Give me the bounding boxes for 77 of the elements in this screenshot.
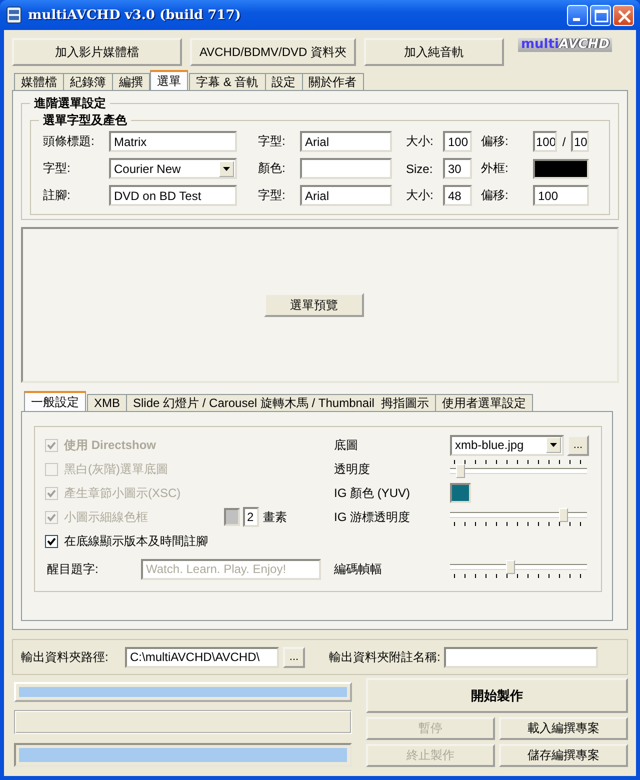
tab[interactable]: 選單 xyxy=(150,70,188,90)
text-field[interactable]: 100 xyxy=(533,185,589,206)
tab[interactable]: XMB xyxy=(87,394,128,411)
dropdown[interactable]: xmb-blue.jpg xyxy=(450,434,564,456)
field-label: Size: xyxy=(405,162,434,176)
field-label: 註腳: xyxy=(43,187,72,204)
text-field[interactable]: DVD on BD Test xyxy=(109,185,237,206)
tab[interactable]: 字幕 & 音軌 xyxy=(189,73,266,90)
field-label: 偏移: xyxy=(480,187,510,204)
setting-label: 編碼幀幅 xyxy=(334,560,383,578)
text-field[interactable] xyxy=(300,158,392,179)
action-button[interactable]: 載入編撰專案 xyxy=(499,717,628,740)
slider-thumb[interactable] xyxy=(559,508,568,522)
group-title: 選單字型及產色 xyxy=(42,112,128,129)
text-field[interactable]: Watch. Learn. Play. Enjoy! xyxy=(141,558,321,580)
tab[interactable]: 媒體檔 xyxy=(14,73,64,90)
checkbox-label: 黑白(灰階)選單底圖 xyxy=(64,460,168,478)
field-label: 輸出資料夾附註名稱: xyxy=(329,648,440,666)
minimize-icon xyxy=(573,18,580,20)
field-label: 字型: xyxy=(43,160,72,177)
field-label: 頭條標題: xyxy=(43,133,96,150)
checkbox[interactable] xyxy=(45,534,58,548)
color-swatch[interactable] xyxy=(533,158,589,178)
action-button[interactable]: 儲存編撰專案 xyxy=(499,744,628,767)
field-label: 顏色: xyxy=(257,160,286,177)
text-field[interactable]: 30 xyxy=(443,158,472,179)
tab[interactable]: Slide 幻燈片 / Carousel 旋轉木馬 / Thumbnail 拇指圖示 xyxy=(126,394,436,411)
close-button[interactable] xyxy=(613,4,634,26)
slider-thumb[interactable] xyxy=(506,560,515,574)
tab[interactable]: 一般設定 xyxy=(24,391,86,411)
unit-label: 畫素 xyxy=(263,508,287,526)
checkbox-label: 在底線顯示版本及時間註腳 xyxy=(64,532,208,550)
text-field[interactable]: Arial xyxy=(300,185,392,206)
color-swatch[interactable] xyxy=(450,483,471,503)
browse-button[interactable]: ... xyxy=(283,646,305,668)
start-button[interactable]: 開始製作 xyxy=(366,678,628,713)
separator-text: / xyxy=(561,134,567,148)
field-label: 大小: xyxy=(405,187,434,204)
tab[interactable]: 關於作者 xyxy=(302,73,364,90)
tab[interactable]: 編撰 xyxy=(112,73,150,90)
browse-button[interactable]: ... xyxy=(567,434,589,456)
text-field[interactable]: C:\multiAVCHD\AVCHD\ xyxy=(125,646,279,668)
field-label: 大小: xyxy=(405,133,434,150)
preview-button[interactable]: 選單預覽 xyxy=(264,293,364,317)
field-label: 醒目題字: xyxy=(46,560,100,578)
field-label: 偏移: xyxy=(480,133,510,150)
toolbar-button[interactable]: 加入影片媒體檔 xyxy=(12,38,182,66)
text-field[interactable]: 48 xyxy=(443,185,472,206)
minimize-button[interactable] xyxy=(567,4,588,26)
tab[interactable]: 使用者選單設定 xyxy=(435,394,534,411)
setting-label: IG 顏色 (YUV) xyxy=(334,484,412,502)
maximize-button[interactable] xyxy=(590,4,611,26)
checkbox-label: 使用 Directshow xyxy=(64,436,156,454)
dropdown[interactable]: Courier New xyxy=(109,158,237,179)
logo-text: multiAVCHD xyxy=(521,38,610,52)
setting-label: IG 游標透明度 xyxy=(334,508,412,526)
text-field[interactable]: 10 xyxy=(571,131,589,152)
group-title: 進階選單設定 xyxy=(33,95,107,112)
setting-label: 透明度 xyxy=(334,460,371,478)
window-title: multiAVCHD v3.0 (build 717) xyxy=(28,8,242,22)
toolbar-button[interactable]: 加入純音軌 xyxy=(364,38,504,66)
slider-thumb[interactable] xyxy=(456,464,466,478)
toolbar-button[interactable]: AVCHD/BDMV/DVD 資料夾 xyxy=(190,38,356,66)
checkbox-label: 小圖示細線色框 xyxy=(64,508,148,526)
field-label: 字型: xyxy=(257,133,286,150)
tab[interactable]: 紀錄簿 xyxy=(63,73,113,90)
text-field[interactable]: 100 xyxy=(443,131,472,152)
text-field[interactable]: Arial xyxy=(300,131,392,152)
checkbox-label: 產生章節小圖示(XSC) xyxy=(64,484,181,502)
app-icon xyxy=(6,6,22,24)
field-label: 字型: xyxy=(257,187,286,204)
text-field[interactable] xyxy=(444,646,598,668)
setting-label: 底圖 xyxy=(334,436,359,454)
field-label: 輸出資料夾路徑: xyxy=(21,648,110,666)
text-field[interactable]: Matrix xyxy=(109,131,237,152)
tab[interactable]: 設定 xyxy=(264,73,303,90)
field-label: 外框: xyxy=(480,160,510,177)
